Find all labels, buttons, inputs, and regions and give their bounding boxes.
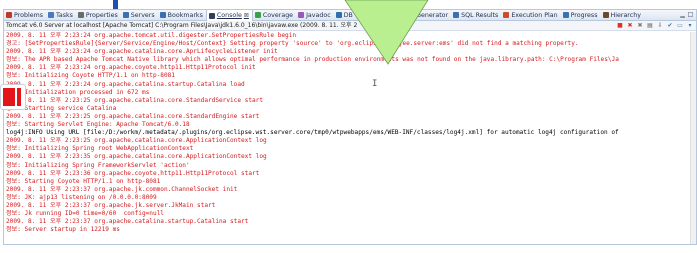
tab-label: ch [365,11,374,19]
log-line: 정보: Server startup in 12219 ms [6,226,120,234]
tab-label: TestCase Generator [386,11,449,19]
tab-label: Properties [85,11,118,19]
log-line: 2009. 8. 11 오후 2:23:25 org.apache.catali… [6,96,264,104]
tab-label: Progress [570,11,598,19]
red-block [3,88,15,106]
maximize-icon[interactable]: □ [687,11,694,18]
tasks-icon [48,12,55,18]
log-line: 2009. 8. 11 오후 2:23:25 org.apache.catali… [6,112,260,120]
terminate-icon[interactable]: ■ [616,22,624,30]
tab-execution-plan[interactable]: Execution Plan [501,10,560,21]
tab-label: Execution Plan [511,11,558,19]
log-line: 2009. 8. 11 오후 2:23:24 org.apache.catali… [6,48,278,56]
remove-all-icon[interactable]: ✖ [636,22,644,30]
close-icon[interactable]: ⊠ [244,12,249,19]
log-line: 정보: Starting service Catalina [6,104,117,112]
view-controls: ▁ □ [679,11,694,18]
console-icon [208,12,215,19]
properties-icon [77,12,84,18]
scroll-lock-icon[interactable]: ⇩ [656,22,664,30]
open-console-icon[interactable]: ▾ [686,22,694,30]
tab-label: SQL Results [461,11,499,19]
tab-label: Problems [14,11,44,19]
log-line: 경고: [SetPropertiesRule]{Server/Service/E… [6,40,579,48]
log-line: 정보: Initialization processed in 672 ms [6,88,150,96]
tab-label: Tasks [56,11,73,19]
log-line: 2009. 8. 11 오후 2:23:37 org.apache.jk.com… [6,185,238,193]
console-view: Problems Tasks Properties Servers Bookmarks C… [3,9,697,245]
tab-servers[interactable]: Servers [121,10,158,21]
tab-bookmarks[interactable]: Bookmarks [158,10,206,21]
log-line: 정보: Starting Coyote HTTP/1.1 on http-808… [6,177,161,185]
tab-tasks[interactable]: Tasks [46,10,76,21]
tab-label: Hierarchy [610,11,641,19]
minimize-icon[interactable]: ▁ [679,11,686,18]
tab-label: Servers [130,11,155,19]
log-line: 2009. 8. 11 오후 2:23:25 org.apache.catali… [6,137,267,145]
tab-testcase-generator[interactable]: TestCase Generator [376,10,451,21]
tab-progress[interactable]: Progress [561,10,601,21]
tab-db[interactable]: DB [334,10,356,21]
console-output[interactable]: 2009. 8. 11 오후 2:23:24 org.apache.tomcat… [4,32,696,244]
red-block-small [17,88,21,106]
problems-icon [6,12,12,18]
console-toolbar: ■ ✖ ✖ ▤ ⇩ ✔ ▭ ▾ [616,22,694,30]
db-icon [335,12,342,18]
console-title-bar: Tomcat v6.0 Server at localhost [Apache … [4,21,696,31]
vertical-scrollbar[interactable] [690,32,696,244]
sql-results-icon [453,12,460,18]
progress-icon [562,12,569,18]
tab-sql-results[interactable]: SQL Results [451,10,501,21]
bookmarks-icon [159,12,166,18]
clear-console-icon[interactable]: ▤ [646,22,654,30]
tab-javadoc[interactable]: Javadoc [296,10,334,21]
text-cursor-icon: I [372,79,378,89]
remove-launch-icon[interactable]: ✖ [626,22,634,30]
log-line: 2009. 8. 11 오후 2:23:24 org.apache.catali… [6,80,245,88]
tab-label: DB [343,11,353,19]
log-line: 2009. 8. 11 오후 2:23:24 org.apache.tomcat… [6,32,297,39]
servers-icon [122,12,129,18]
tab-label: Bookmarks [167,11,203,19]
log-line: 2009. 8. 11 오후 2:23:37 org.apache.catali… [6,218,249,226]
console-title: Tomcat v6.0 Server at localhost [Apache … [6,22,358,29]
tab-coverage[interactable]: Coverage [253,10,296,21]
tab-console[interactable]: Console ⊠ [205,10,253,21]
tab-label: Console [216,12,242,19]
hierarchy-icon [602,12,609,18]
pin-console-icon[interactable]: ✔ [666,22,674,30]
coverage-icon [254,12,261,18]
log-line: 정보: Jk running ID=0 time=0/60 config=nul… [6,210,164,218]
tab-label: Coverage [262,11,294,19]
log-line: log4j:INFO Using URL [file:/D:/workm/.me… [6,129,619,137]
testcase-icon [378,12,385,18]
log-line: 정보: The APR based Apache Tomcat Native l… [6,56,619,64]
tab-properties[interactable]: Properties [76,10,121,21]
log-line: 정보: JK: ajp13 listening on /0.0.0.0:8009 [6,193,157,201]
execution-plan-icon [503,12,510,18]
log-line: 정보: Initializing Spring FrameworkServlet… [6,161,190,169]
log-line: 2009. 8. 11 오후 2:23:37 org.apache.jk.ser… [6,201,216,209]
javadoc-icon [298,12,305,18]
tab-label: Javadoc [306,11,331,19]
log-line: 2009. 8. 11 오후 2:23:36 org.apache.coyote… [6,169,260,177]
blue-marker [113,0,118,9]
tab-hierarchy[interactable]: Hierarchy [601,10,644,21]
log-line: 정보: Initializing Coyote HTTP/1.1 on http… [6,72,175,80]
left-panel-fragment [0,84,26,110]
display-console-icon[interactable]: ▭ [676,22,684,30]
log-line: 정보: Starting Servlet Engine: Apache Tomc… [6,121,190,129]
log-line: 2009. 8. 11 오후 2:23:24 org.apache.coyote… [6,64,256,72]
tab-ch[interactable]: ch [356,10,376,21]
log-line: 2009. 8. 11 오후 2:23:35 org.apache.catali… [6,153,267,161]
bottom-strip [0,245,697,253]
log-line: 정보: Initializing Spring root WebApplicat… [6,145,194,153]
tab-problems[interactable]: Problems [4,10,46,21]
view-tab-bar: Problems Tasks Properties Servers Bookmarks C… [4,10,696,21]
top-strip [0,0,697,9]
search-icon [357,12,364,18]
